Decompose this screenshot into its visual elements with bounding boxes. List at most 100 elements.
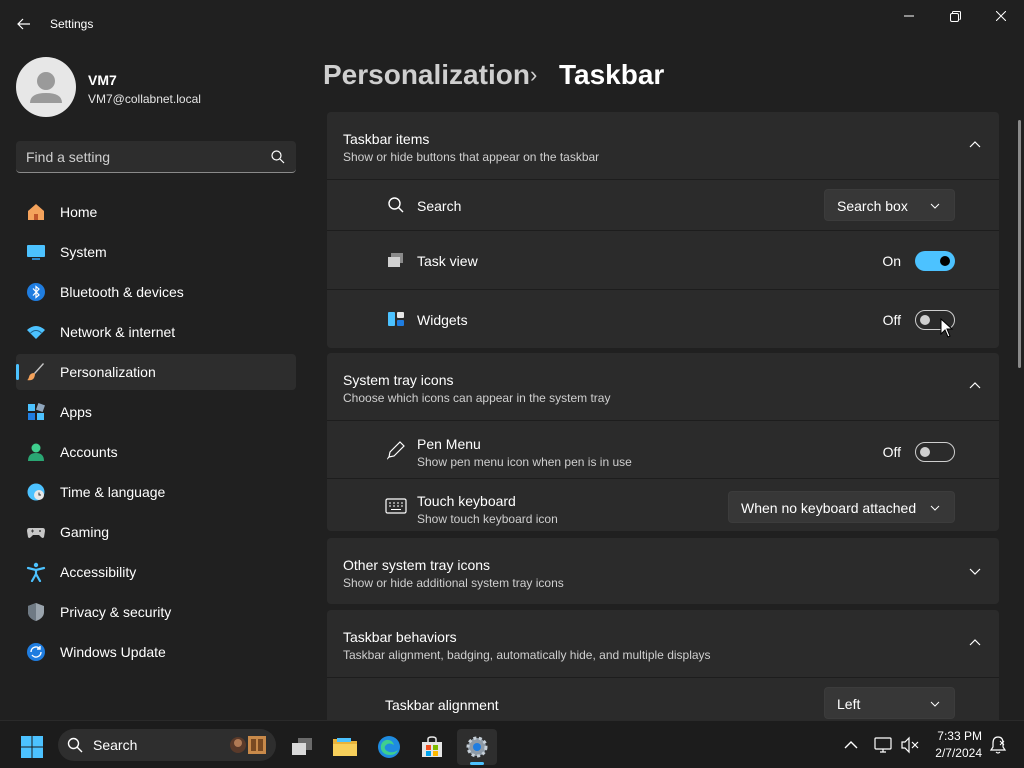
arrow-left-icon [17, 18, 30, 30]
network-icon[interactable] [873, 735, 893, 755]
user-email: VM7@collabnet.local [88, 92, 201, 106]
sidebar-item-label: Gaming [60, 524, 110, 540]
section-title: Taskbar behaviors [343, 629, 457, 645]
sidebar-item-label: Accounts [60, 444, 118, 460]
taskbar-task-view[interactable] [282, 729, 322, 765]
sidebar-item-personalization[interactable]: Personalization [16, 354, 296, 390]
pen-icon [385, 439, 407, 461]
search-icon [385, 194, 407, 216]
settings-icon [466, 736, 488, 758]
sidebar-item-accounts[interactable]: Accounts [16, 434, 296, 470]
close-button[interactable] [978, 0, 1024, 32]
pen-menu-toggle[interactable] [915, 442, 955, 462]
setting-label: Pen Menu [417, 436, 481, 452]
section-subtitle: Choose which icons can appear in the sys… [343, 391, 611, 405]
edge-icon [378, 736, 400, 758]
sidebar-item-label: Apps [60, 404, 92, 420]
section-title: Taskbar items [343, 131, 430, 147]
chevron-down-icon [930, 505, 940, 511]
taskbar-file-explorer[interactable] [325, 729, 365, 765]
setting-label: Search [417, 198, 462, 214]
taskbar-settings[interactable] [457, 729, 497, 765]
setting-label: Task view [417, 253, 478, 269]
toggle-state-label: On [882, 253, 901, 269]
setting-label: Taskbar alignment [385, 697, 499, 713]
toggle-knob [920, 315, 930, 325]
volume-muted-icon[interactable] [900, 735, 920, 755]
scrollbar[interactable] [1018, 120, 1021, 368]
chevron-down-icon[interactable] [969, 565, 981, 577]
task-view-toggle[interactable] [915, 251, 955, 271]
search-icon [67, 737, 83, 753]
taskbar-store[interactable] [412, 729, 452, 765]
clock-date[interactable]: 2/7/2024 [930, 746, 982, 760]
sidebar-item-system[interactable]: System [16, 234, 296, 270]
chevron-down-icon [930, 203, 940, 209]
widgets-icon [385, 308, 407, 330]
section-other-tray-icons[interactable]: Other system tray icons Show or hide add… [327, 538, 999, 604]
task-view-icon [385, 249, 407, 271]
chevron-up-icon[interactable] [969, 380, 981, 392]
setting-label: Widgets [417, 312, 468, 328]
touch-keyboard-dropdown[interactable]: When no keyboard attached [728, 491, 955, 523]
sidebar-item-label: Personalization [60, 364, 156, 380]
windows-start-icon[interactable] [20, 735, 44, 759]
taskbar-search-box[interactable]: Search [58, 729, 276, 761]
restore-button[interactable] [932, 0, 978, 32]
accessibility-icon [26, 562, 46, 582]
title-bar: Settings [0, 0, 1024, 48]
search-input[interactable] [26, 149, 256, 165]
dropdown-value: When no keyboard attached [741, 500, 917, 516]
setting-row-taskbar-alignment: Taskbar alignment Left [327, 677, 999, 720]
taskbar: Search 7:33 PM 2/7/2024 [0, 720, 1024, 768]
setting-row-pen-menu: Pen Menu Show pen menu icon when pen is … [327, 420, 999, 478]
search-highlight-icon [230, 736, 266, 754]
section-subtitle: Taskbar alignment, badging, automaticall… [343, 648, 711, 662]
search-mode-dropdown[interactable]: Search box [824, 189, 955, 221]
taskbar-edge[interactable] [369, 729, 409, 765]
gamepad-icon [26, 522, 46, 542]
sidebar-item-label: System [60, 244, 107, 260]
search-icon[interactable] [270, 149, 286, 165]
bluetooth-icon [26, 282, 46, 302]
sidebar-item-privacy-security[interactable]: Privacy & security [16, 594, 296, 630]
section-system-tray-icons: System tray icons Choose which icons can… [327, 353, 999, 531]
chevron-up-icon[interactable] [842, 737, 860, 753]
sidebar-item-network[interactable]: Network & internet [16, 314, 296, 350]
section-title: System tray icons [343, 372, 454, 388]
setting-row-task-view: Task view On [327, 230, 999, 289]
chevron-up-icon[interactable] [969, 139, 981, 151]
sidebar-item-apps[interactable]: Apps [16, 394, 296, 430]
apps-icon [26, 402, 46, 422]
sidebar-item-gaming[interactable]: Gaming [16, 514, 296, 550]
sidebar-nav: Home System Bluetooth & devices Network … [16, 194, 296, 674]
notification-icon[interactable] [988, 735, 1008, 755]
breadcrumb-parent[interactable]: Personalization [323, 59, 530, 91]
section-header[interactable]: Taskbar items Show or hide buttons that … [327, 112, 999, 179]
setting-row-search: Search Search box [327, 179, 999, 230]
restore-icon [949, 10, 961, 22]
sidebar-item-time-language[interactable]: Time & language [16, 474, 296, 510]
find-setting-box[interactable] [16, 141, 296, 173]
home-icon [26, 202, 46, 222]
monitor-icon [26, 242, 46, 262]
paintbrush-icon [26, 362, 46, 382]
sidebar-item-windows-update[interactable]: Windows Update [16, 634, 296, 670]
setting-row-touch-keyboard: Touch keyboard Show touch keyboard icon … [327, 478, 999, 531]
sidebar-item-accessibility[interactable]: Accessibility [16, 554, 296, 590]
update-icon [26, 642, 46, 662]
clock-time[interactable]: 7:33 PM [930, 729, 982, 743]
section-header[interactable]: System tray icons Choose which icons can… [327, 353, 999, 420]
avatar[interactable] [16, 57, 76, 117]
minimize-button[interactable] [886, 0, 932, 32]
section-header[interactable]: Taskbar behaviors Taskbar alignment, bad… [327, 610, 999, 677]
sidebar-item-bluetooth[interactable]: Bluetooth & devices [16, 274, 296, 310]
taskbar-alignment-dropdown[interactable]: Left [824, 687, 955, 719]
sidebar-item-label: Privacy & security [60, 604, 172, 620]
sidebar-item-home[interactable]: Home [16, 194, 296, 230]
chevron-up-icon[interactable] [969, 637, 981, 649]
section-title: Other system tray icons [343, 557, 491, 573]
back-button[interactable] [8, 10, 40, 38]
taskbar-search-label: Search [93, 737, 138, 753]
section-subtitle: Show or hide additional system tray icon… [343, 576, 564, 590]
